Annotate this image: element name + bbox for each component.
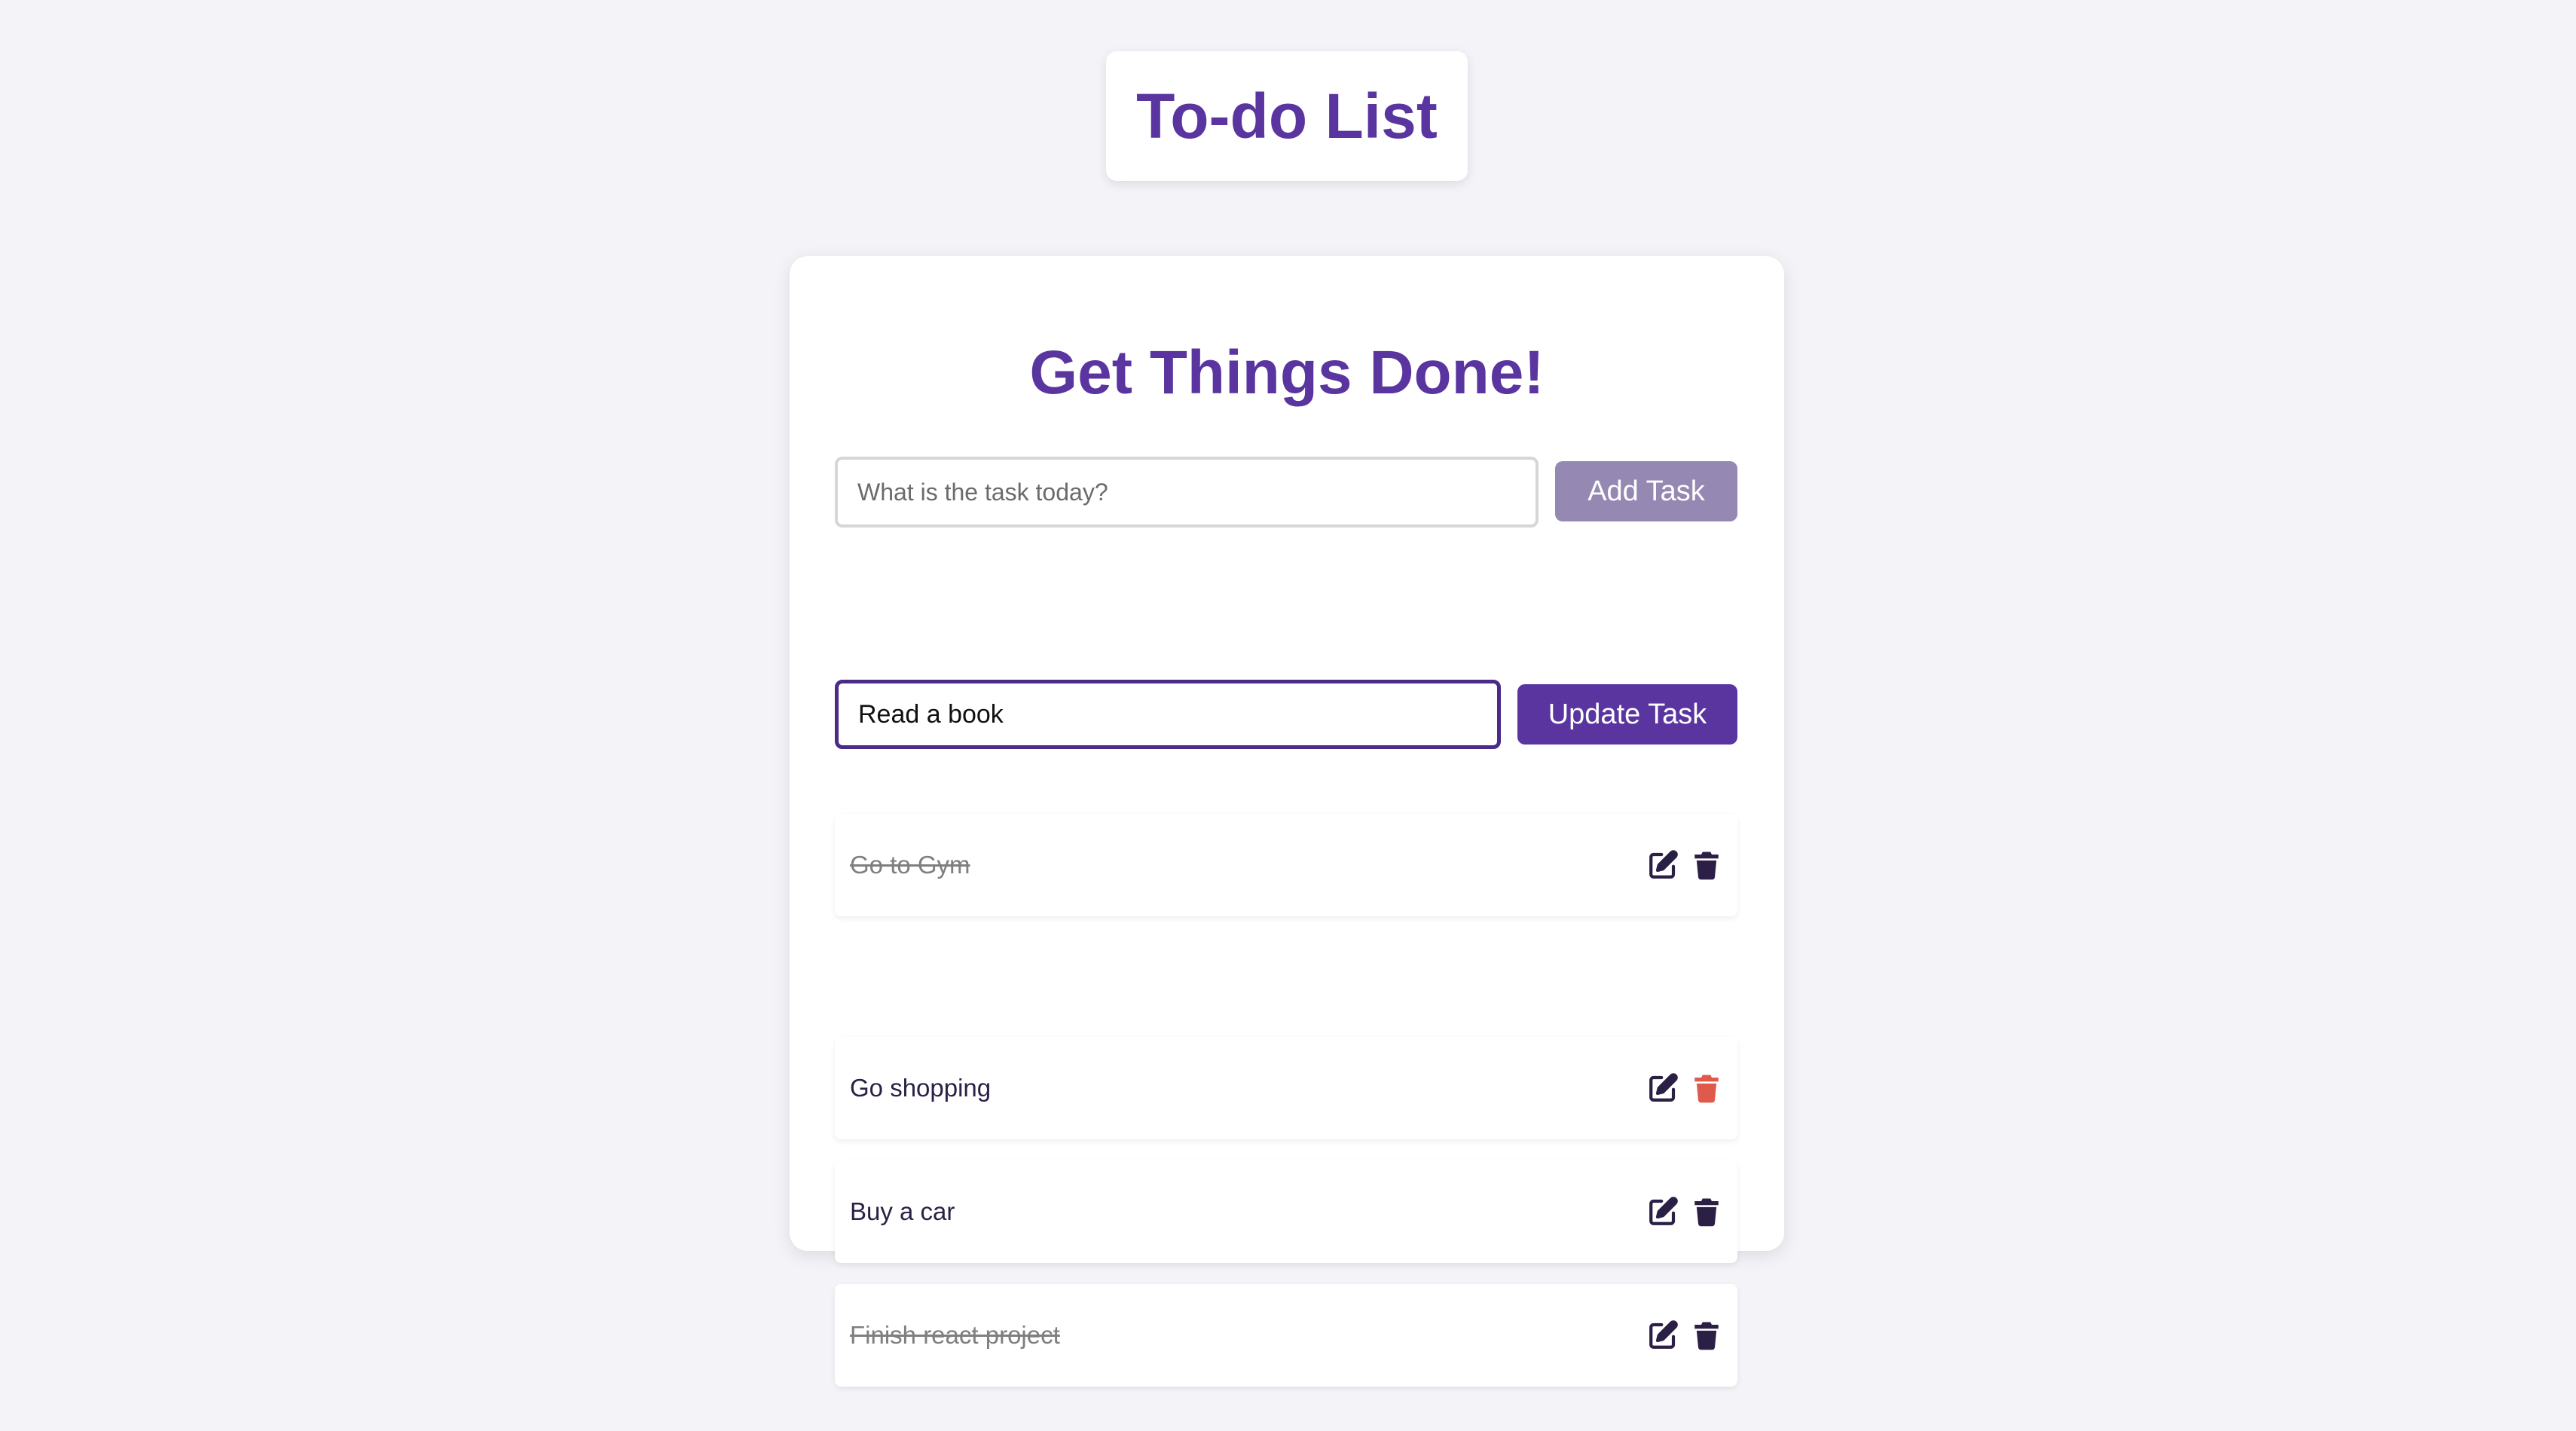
edit-icon[interactable] [1646,1071,1680,1105]
new-task-input[interactable] [835,457,1539,527]
edit-task-input[interactable] [835,680,1501,749]
todo-card: Get Things Done! Add Task Go to Gym Upda… [790,256,1784,1387]
app-title: To-do List [1136,80,1438,151]
task-item: Finish react project [835,1284,1737,1387]
trash-icon[interactable] [1689,848,1724,882]
task-actions [1646,1194,1724,1229]
task-text[interactable]: Finish react project [850,1321,1060,1350]
trash-icon[interactable] [1689,1318,1724,1353]
task-item: Go to Gym [835,814,1737,916]
task-item: Buy a car [835,1160,1737,1263]
task-actions [1646,848,1724,882]
update-task-button[interactable]: Update Task [1517,684,1737,745]
task-text[interactable]: Go shopping [850,1074,991,1102]
task-text[interactable]: Go to Gym [850,851,970,879]
header-card: To-do List [1106,51,1468,181]
trash-icon[interactable] [1689,1071,1724,1105]
edit-icon[interactable] [1646,1318,1680,1353]
page-title: Get Things Done! [1029,338,1545,407]
task-actions [1646,1071,1724,1105]
trash-icon[interactable] [1689,1194,1724,1229]
task-actions [1646,1318,1724,1353]
add-task-button[interactable]: Add Task [1555,461,1737,521]
task-item: Go shopping [835,1037,1737,1139]
task-text[interactable]: Buy a car [850,1197,955,1226]
edit-icon[interactable] [1646,848,1680,882]
edit-icon[interactable] [1646,1194,1680,1229]
